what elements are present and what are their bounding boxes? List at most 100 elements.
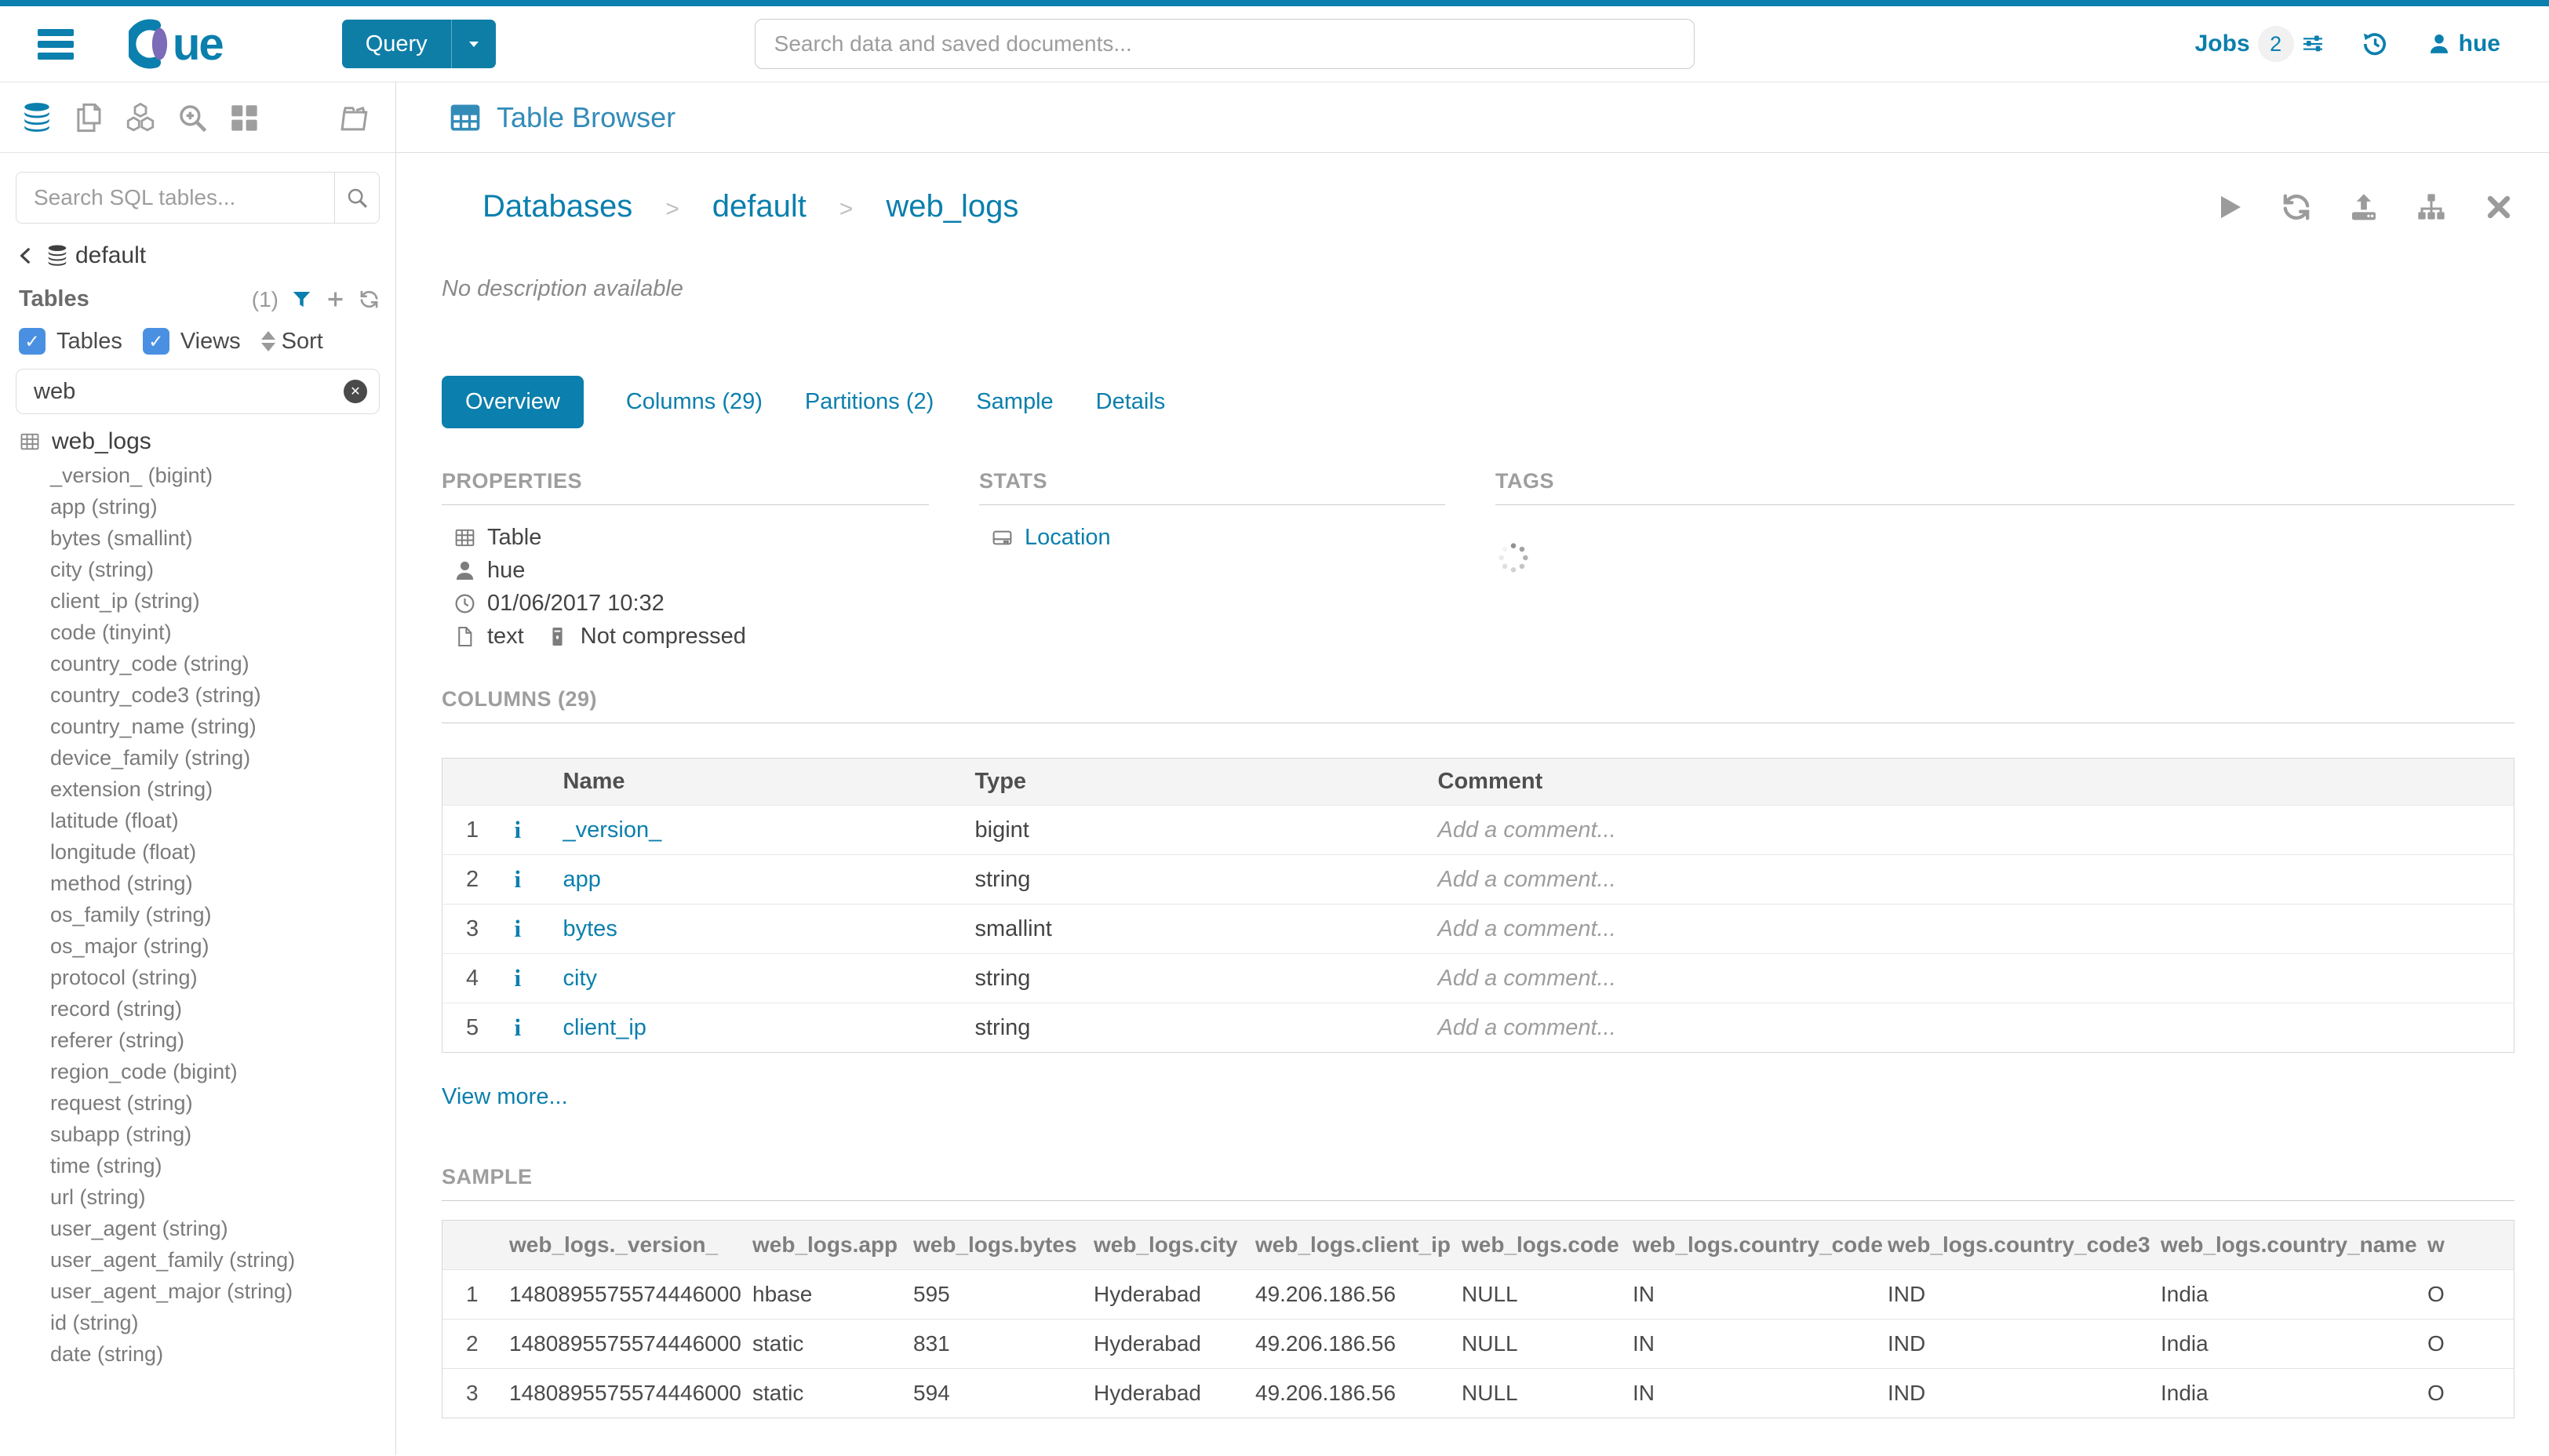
import-upload-icon[interactable] [2348, 191, 2380, 223]
column-item[interactable]: bytes (smallint) [50, 522, 395, 554]
sliders-icon[interactable] [2300, 31, 2325, 56]
sample-cell: India [2153, 1319, 2420, 1368]
jobs-count-badge[interactable]: 2 [2258, 26, 2294, 62]
views-checkbox[interactable]: ✓ [143, 328, 169, 355]
column-item[interactable]: region_code (bigint) [50, 1056, 395, 1087]
refresh-tables-icon[interactable] [359, 289, 380, 310]
add-table-icon[interactable] [325, 289, 346, 310]
breadcrumb-default[interactable]: default [712, 189, 807, 224]
column-item[interactable]: request (string) [50, 1087, 395, 1119]
jobs-link[interactable]: Jobs [2195, 31, 2250, 57]
sort-label[interactable]: Sort [282, 329, 323, 355]
info-icon[interactable]: i [504, 954, 552, 1003]
tab-partitions[interactable]: Partitions (2) [805, 389, 934, 415]
column-item[interactable]: id (string) [50, 1307, 395, 1338]
column-item[interactable]: user_agent (string) [50, 1213, 395, 1244]
tab-bar: Overview Columns (29) Partitions (2) Sam… [442, 376, 2514, 428]
table-filter-input[interactable] [16, 369, 380, 414]
info-icon[interactable]: i [504, 855, 552, 905]
info-icon[interactable]: i [504, 806, 552, 855]
column-item[interactable]: os_major (string) [50, 930, 395, 962]
column-item[interactable]: client_ip (string) [50, 585, 395, 617]
column-item[interactable]: user_agent_major (string) [50, 1276, 395, 1307]
database-icon[interactable] [20, 101, 53, 134]
sample-cell: IN [1625, 1319, 1880, 1368]
clear-filter-icon[interactable]: ✕ [344, 380, 367, 403]
column-item[interactable]: country_code (string) [50, 648, 395, 679]
column-item[interactable]: device_family (string) [50, 742, 395, 774]
global-search-input[interactable] [755, 19, 1695, 69]
lineage-sitemap-icon[interactable] [2416, 191, 2447, 223]
columns-table-header-row: Name Type Comment [442, 759, 2514, 806]
column-name-link[interactable]: bytes [552, 905, 964, 954]
cubes-icon[interactable] [124, 101, 157, 134]
sample-cell: static [745, 1368, 905, 1418]
column-item[interactable]: date (string) [50, 1338, 395, 1370]
column-item[interactable]: longitude (float) [50, 836, 395, 868]
info-icon[interactable]: i [504, 1003, 552, 1053]
column-item[interactable]: time (string) [50, 1150, 395, 1181]
column-comment-placeholder[interactable]: Add a comment... [1427, 806, 2514, 855]
history-icon[interactable] [2361, 31, 2388, 57]
row-number: 3 [442, 905, 504, 954]
column-item[interactable]: country_name (string) [50, 711, 395, 742]
sql-search-button[interactable] [334, 172, 380, 224]
column-name-link[interactable]: _version_ [552, 806, 964, 855]
column-name-link[interactable]: client_ip [552, 1003, 964, 1053]
column-type: bigint [964, 806, 1427, 855]
column-item[interactable]: subapp (string) [50, 1119, 395, 1150]
tab-details[interactable]: Details [1096, 389, 1166, 415]
user-menu[interactable]: hue [2427, 31, 2500, 57]
column-item[interactable]: latitude (float) [50, 805, 395, 836]
tab-sample[interactable]: Sample [976, 389, 1053, 415]
documents-icon[interactable] [72, 101, 105, 134]
column-item[interactable]: record (string) [50, 993, 395, 1025]
tab-overview[interactable]: Overview [442, 376, 584, 428]
tables-checkbox[interactable]: ✓ [19, 328, 46, 355]
info-icon[interactable]: i [504, 905, 552, 954]
breadcrumb-web-logs[interactable]: web_logs [886, 189, 1018, 224]
query-play-icon[interactable] [2213, 191, 2245, 223]
column-item[interactable]: _version_ (bigint) [50, 460, 395, 491]
tables-checkbox-label: Tables [56, 329, 122, 355]
column-comment-placeholder[interactable]: Add a comment... [1427, 954, 2514, 1003]
query-button[interactable]: Query [342, 20, 496, 68]
apps-grid-icon[interactable] [228, 101, 260, 134]
loading-spinner-icon [1495, 540, 1531, 576]
hue-logo[interactable]: ue [129, 18, 223, 71]
column-name-link[interactable]: app [552, 855, 964, 905]
sql-tables-search-input[interactable] [16, 172, 334, 224]
hamburger-menu-icon[interactable] [38, 24, 74, 64]
column-item[interactable]: code (tinyint) [50, 617, 395, 648]
table-description[interactable]: No description available [442, 276, 2514, 302]
column-comment-placeholder[interactable]: Add a comment... [1427, 905, 2514, 954]
column-item[interactable]: protocol (string) [50, 962, 395, 993]
search-plus-icon[interactable] [176, 101, 209, 134]
breadcrumb-databases[interactable]: Databases [482, 189, 632, 224]
tree-table-web-logs[interactable]: web_logs [19, 428, 395, 455]
view-more-link[interactable]: View more... [442, 1084, 2514, 1110]
close-icon[interactable] [2483, 191, 2514, 223]
column-item[interactable]: method (string) [50, 868, 395, 899]
documents-folder-icon[interactable] [337, 101, 370, 134]
column-item[interactable]: url (string) [50, 1181, 395, 1213]
column-item[interactable]: city (string) [50, 554, 395, 585]
refresh-icon[interactable] [2281, 191, 2312, 223]
filter-funnel-icon[interactable] [291, 289, 312, 310]
tab-columns[interactable]: Columns (29) [626, 389, 763, 415]
column-item[interactable]: os_family (string) [50, 899, 395, 930]
table-row: 1 1480895575574446000 hbase 595 Hyderaba… [442, 1269, 2514, 1319]
column-item[interactable]: app (string) [50, 491, 395, 522]
query-dropdown-caret[interactable] [451, 20, 496, 68]
column-comment-placeholder[interactable]: Add a comment... [1427, 855, 2514, 905]
column-item[interactable]: country_code3 (string) [50, 679, 395, 711]
column-comment-placeholder[interactable]: Add a comment... [1427, 1003, 2514, 1053]
column-item[interactable]: referer (string) [50, 1025, 395, 1056]
database-breadcrumb[interactable]: default [0, 231, 395, 277]
column-name-link[interactable]: city [552, 954, 964, 1003]
sort-icon[interactable] [261, 331, 275, 351]
column-item[interactable]: extension (string) [50, 774, 395, 805]
location-link[interactable]: Location [1025, 525, 1111, 551]
breadcrumb-separator: > [665, 196, 679, 223]
column-item[interactable]: user_agent_family (string) [50, 1244, 395, 1276]
